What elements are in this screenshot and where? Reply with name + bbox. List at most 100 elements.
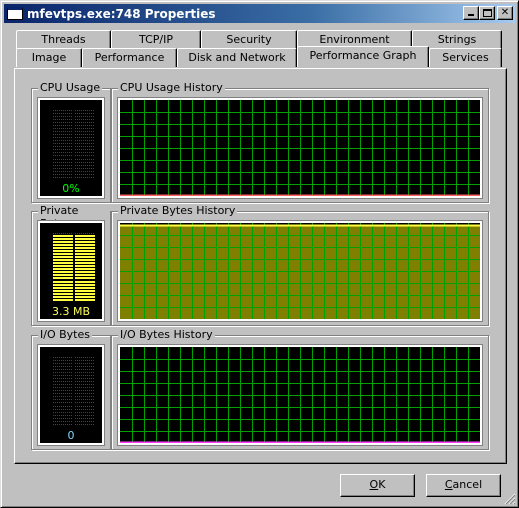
meter-segment: [75, 128, 95, 130]
meter-segment: [75, 122, 95, 124]
meter-segment: [53, 134, 73, 136]
meter-segment: [75, 238, 95, 241]
io-bytes-history-graph: [117, 344, 483, 446]
meter-segment: [53, 268, 73, 271]
private-bytes-history-group: Private Bytes History: [111, 204, 489, 326]
meter-segment: [75, 233, 95, 234]
ok-mnemonic: O: [369, 478, 379, 491]
meter-segment: [75, 298, 95, 301]
meter-segment: [53, 271, 73, 274]
meter-segment: [53, 146, 73, 148]
meter-segment: [53, 256, 73, 259]
meter-segment: [75, 110, 95, 111]
meter-segment: [75, 357, 95, 358]
meter-segment: [53, 173, 73, 175]
meter-segment: [53, 393, 73, 395]
cpu-usage-history-group: CPU Usage History: [111, 81, 489, 203]
cancel-label-rest: ancel: [452, 478, 483, 491]
cancel-button[interactable]: Cancel: [426, 474, 501, 497]
cpu-usage-history-label: CPU Usage History: [118, 81, 225, 94]
tab-security[interactable]: Security: [201, 30, 297, 49]
meter-segment: [75, 125, 95, 127]
tab-threads[interactable]: Threads: [16, 30, 111, 49]
meter-segment: [75, 256, 95, 259]
meter-segment: [75, 137, 95, 139]
meter-segment: [75, 402, 95, 404]
tab-label: Image: [31, 51, 67, 64]
tab-label: TCP/IP: [139, 33, 173, 46]
meter-segment: [75, 363, 95, 365]
meter-segment: [53, 253, 73, 256]
ok-button[interactable]: OK: [340, 474, 415, 497]
meter-segment: [75, 241, 95, 244]
tab-performance[interactable]: Performance: [82, 48, 177, 67]
meter-segment: [53, 265, 73, 268]
window-title: mfevtps.exe:748 Properties: [27, 6, 216, 21]
meter-segment: [75, 390, 95, 392]
cpu-usage-meter-bars: [53, 110, 95, 178]
tab-performance-graph[interactable]: Performance Graph: [297, 46, 429, 67]
meter-segment: [53, 241, 73, 244]
cpu-usage-label: CPU Usage: [38, 81, 103, 94]
meter-segment: [75, 149, 95, 151]
io-bytes-meter: 0: [37, 344, 105, 446]
window-app-icon: [7, 7, 23, 20]
meter-segment: [53, 283, 73, 286]
meter-segment: [75, 176, 95, 178]
meter-segment: [53, 176, 73, 178]
maximize-button[interactable]: [479, 6, 495, 20]
tab-image[interactable]: Image: [16, 48, 82, 67]
meter-segment: [75, 146, 95, 148]
meter-segment: [53, 420, 73, 422]
meter-segment: [75, 250, 95, 253]
minimize-button[interactable]: [463, 6, 479, 20]
meter-segment: [75, 140, 95, 142]
meter-segment: [75, 271, 95, 274]
meter-segment: [53, 289, 73, 292]
io-bytes-value: 0: [67, 429, 75, 442]
minimize-icon: [468, 14, 474, 16]
meter-segment: [75, 161, 95, 163]
meter-segment: [75, 265, 95, 268]
meter-segment: [75, 268, 95, 271]
meter-segment: [53, 128, 73, 130]
private-bytes-history-label: Private Bytes History: [118, 204, 238, 217]
meter-segment: [53, 161, 73, 163]
meter-segment: [53, 143, 73, 145]
meter-segment: [53, 259, 73, 262]
meter-segment: [75, 420, 95, 422]
meter-segment: [53, 411, 73, 413]
meter-segment: [53, 119, 73, 121]
tab-disk-and-network[interactable]: Disk and Network: [177, 48, 297, 67]
resize-grip-icon[interactable]: [504, 493, 516, 505]
private-bytes-value: 3.3 MB: [51, 305, 91, 318]
meter-segment: [53, 357, 73, 358]
ok-label-rest: K: [378, 478, 386, 491]
meter-segment: [53, 408, 73, 410]
meter-segment: [75, 158, 95, 160]
meter-segment: [53, 369, 73, 371]
performance-graph-panel: CPU Usage 0% CPU Usage History Private B…: [14, 68, 507, 464]
meter-segment: [53, 131, 73, 133]
meter-segment: [75, 152, 95, 154]
meter-segment: [75, 283, 95, 286]
title-bar[interactable]: mfevtps.exe:748 Properties ✕: [4, 4, 515, 23]
io-bytes-meter-bars: [53, 357, 95, 425]
meter-segment: [53, 262, 73, 265]
meter-segment: [53, 122, 73, 124]
tab-tcpip[interactable]: TCP/IP: [111, 30, 201, 49]
tab-label: Performance: [94, 51, 165, 64]
tab-services[interactable]: Services: [429, 48, 502, 67]
history-plot: [120, 100, 480, 196]
close-button[interactable]: ✕: [497, 6, 513, 20]
meter-segment: [53, 280, 73, 283]
meter-segment: [75, 143, 95, 145]
meter-segment: [53, 378, 73, 380]
tab-label: Disk and Network: [188, 51, 286, 64]
private-bytes-meter: 3.3 MB: [37, 220, 105, 322]
meter-segment: [75, 405, 95, 407]
history-plot: [120, 347, 480, 443]
meter-segment: [53, 372, 73, 374]
meter-segment: [53, 405, 73, 407]
meter-segment: [53, 286, 73, 289]
